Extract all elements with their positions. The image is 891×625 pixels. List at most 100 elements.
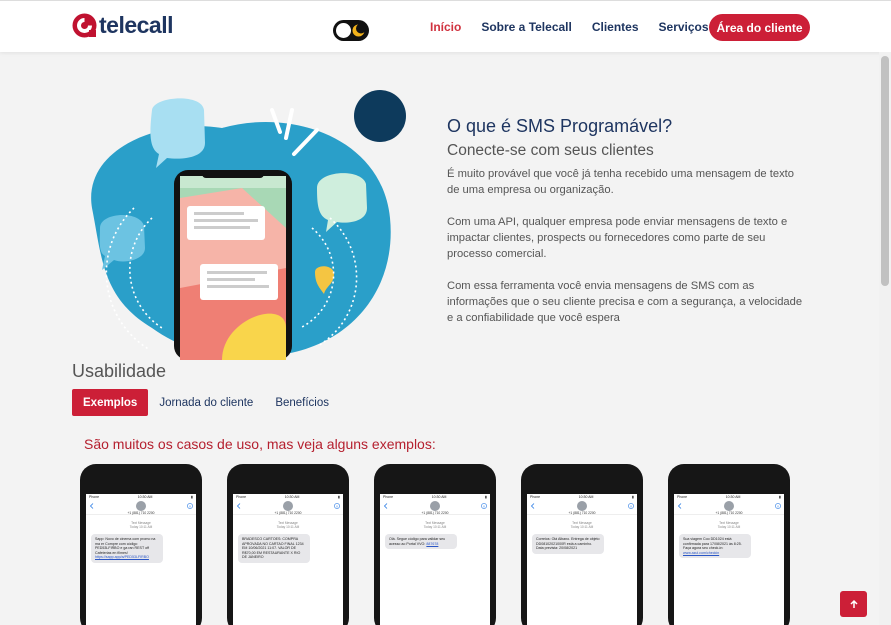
avatar: [430, 501, 440, 511]
hero-paragraph-2: Com uma API, qualquer empresa pode envia…: [447, 216, 788, 260]
back-chevron-icon: [89, 503, 94, 509]
sms-text: Correios: Olá Albano. Entrega de objeto …: [536, 537, 600, 551]
phone-number: +1 (881) 710 2200: [274, 511, 302, 515]
nav-item-servicos-label: Serviços: [658, 20, 709, 34]
sms-link[interactable]: www.azul.com/checkin: [683, 551, 719, 555]
phone-example-4: Phone 10:30 AM ▮ +1 (881) 710 2200 Text Me…: [521, 464, 643, 625]
usability-title: Usabilidade: [72, 361, 167, 381]
logo-mark-icon: [72, 13, 97, 38]
sms-link[interactable]: https://sapp.app/a/PED53LFIRBO: [95, 555, 149, 559]
battery-icon: ▮: [485, 495, 487, 499]
nav-item-inicio[interactable]: Início: [430, 20, 461, 34]
arrow-up-icon: [849, 599, 858, 608]
sms-phone-illustration: [91, 90, 406, 360]
hero-paragraph-1: É muito provável que você já tenha receb…: [447, 168, 795, 196]
phone-example-3: Phone 10:30 AM ▮ +1 (881) 710 2200 Text Me…: [374, 464, 496, 625]
phone-example-2: Phone 10:30 AM ▮ +1 (881) 710 2200 Text Me…: [227, 464, 349, 625]
tab-exemplos[interactable]: Exemplos: [72, 389, 149, 416]
avatar: [283, 501, 293, 511]
message-timestamp: Text Message Today 10:11 AM: [129, 521, 153, 529]
sms-code-link[interactable]: 887678: [426, 542, 438, 546]
phone-chat-header: +1 (881) 710 2200: [674, 501, 784, 515]
phone-number: +1 (881) 710 2200: [715, 511, 743, 515]
phone-number: +1 (881) 710 2200: [421, 511, 449, 515]
hero-title: O que é SMS Programável?: [447, 116, 673, 136]
nav-item-sobre[interactable]: Sobre a Telecall: [481, 20, 572, 34]
sms-bubble: Sapp: Novo de cinema com promo na ma er …: [91, 534, 163, 563]
toggle-knob: [336, 23, 351, 38]
phone-time: 10:30 AM: [431, 495, 447, 499]
sms-text: BRADESCO CARTOES: COMPRA APROVADA NO CAR…: [242, 537, 304, 560]
info-icon: [334, 503, 340, 509]
phone-chat-header: +1 (881) 710 2200: [233, 501, 343, 515]
hero-subtitle: Conecte-se com seus clientes: [447, 142, 654, 159]
battery-icon: ▮: [338, 495, 340, 499]
back-chevron-icon: [236, 503, 241, 509]
page-scrollbar[interactable]: [879, 52, 891, 625]
phone-number: +1 (881) 710 2200: [127, 511, 155, 515]
phone-time: 10:30 AM: [137, 495, 153, 499]
phone-chat-header: +1 (881) 710 2200: [86, 501, 196, 515]
battery-icon: ▮: [191, 495, 193, 499]
info-icon: [187, 503, 193, 509]
message-timestamp: Text Message Today 10:11 AM: [423, 521, 447, 529]
phone-example-5: Phone 10:30 AM ▮ +1 (881) 710 2200 Text Me…: [668, 464, 790, 625]
avatar: [136, 501, 146, 511]
phone-screen: Phone 10:30 AM ▮ +1 (881) 710 2200 Text Me…: [86, 494, 196, 625]
nav-item-clientes[interactable]: Clientes: [592, 20, 639, 34]
avatar: [724, 501, 734, 511]
sms-bubble: Correios: Olá Albano. Entrega de objeto …: [532, 534, 604, 554]
battery-icon: ▮: [779, 495, 781, 499]
phone-chat-header: +1 (881) 710 2200: [527, 501, 637, 515]
phone-time: 10:30 AM: [578, 495, 594, 499]
area-do-cliente-button[interactable]: Área do cliente: [709, 14, 810, 41]
phone-status-bar: Phone 10:30 AM ▮: [86, 494, 196, 501]
sms-bubble: BRADESCO CARTOES: COMPRA APROVADA NO CAR…: [238, 534, 310, 563]
back-to-top-button[interactable]: [840, 591, 867, 617]
phone-example-1: Phone 10:30 AM ▮ +1 (881) 710 2200 Text Me…: [80, 464, 202, 625]
phone-carrier: Phone: [383, 495, 394, 499]
info-icon: [481, 503, 487, 509]
message-timestamp: Text Message Today 10:11 AM: [570, 521, 594, 529]
phone-time: 10:30 AM: [284, 495, 300, 499]
phone-status-bar: Phone 10:30 AM ▮: [233, 494, 343, 501]
phone-carrier: Phone: [677, 495, 688, 499]
phone-carrier: Phone: [236, 495, 247, 499]
scrollbar-thumb[interactable]: [881, 56, 889, 286]
usability-tabs: Exemplos Jornada do cliente Benefícios: [72, 389, 340, 416]
tab-beneficios[interactable]: Benefícios: [264, 389, 340, 416]
phone-screen: Phone 10:30 AM ▮ +1 (881) 710 2200 Text Me…: [380, 494, 490, 625]
back-chevron-icon: [383, 503, 388, 509]
logo-text: telecall: [99, 12, 174, 38]
tab-jornada-do-cliente[interactable]: Jornada do cliente: [148, 389, 264, 416]
phone-time: 10:30 AM: [725, 495, 741, 499]
phone-screen: Phone 10:30 AM ▮ +1 (881) 710 2200 Text Me…: [527, 494, 637, 625]
phone-status-bar: Phone 10:30 AM ▮: [527, 494, 637, 501]
phone-screen: Phone 10:30 AM ▮ +1 (881) 710 2200 Text Me…: [674, 494, 784, 625]
avatar: [577, 501, 587, 511]
message-timestamp: Text Message Today 10:11 AM: [276, 521, 300, 529]
phone-carrier: Phone: [530, 495, 541, 499]
phone-screen: Phone 10:30 AM ▮ +1 (881) 710 2200 Text Me…: [233, 494, 343, 625]
sms-bubble: Olá. Segue código para validar seu acess…: [385, 534, 457, 550]
header: telecall Início Sobre a Telecall Cliente…: [0, 0, 891, 52]
phone-number: +1 (881) 710 2200: [568, 511, 596, 515]
examples-title: São muitos os casos de uso, mas veja alg…: [84, 436, 436, 452]
hero-paragraph-3: Com essa ferramenta você envia mensagens…: [447, 280, 803, 324]
back-chevron-icon: [530, 503, 535, 509]
sms-text: Sua viagem Coo DD1024 está confirmada pa…: [683, 537, 742, 551]
sms-text: Sapp: Novo de cinema com promo na ma er …: [95, 537, 156, 555]
toggle-moon-icon: [352, 23, 366, 37]
back-chevron-icon: [677, 503, 682, 509]
battery-icon: ▮: [632, 495, 634, 499]
phone-status-bar: Phone 10:30 AM ▮: [674, 494, 784, 501]
main-nav: Início Sobre a Telecall Clientes Serviço…: [430, 1, 741, 53]
info-icon: [775, 503, 781, 509]
telecall-logo[interactable]: telecall: [72, 12, 174, 38]
dark-mode-toggle[interactable]: [333, 20, 369, 41]
message-timestamp: Text Message Today 10:11 AM: [717, 521, 741, 529]
sms-bubble: Sua viagem Coo DD1024 está confirmada pa…: [679, 534, 751, 559]
info-icon: [628, 503, 634, 509]
phone-status-bar: Phone 10:30 AM ▮: [380, 494, 490, 501]
phone-chat-header: +1 (881) 710 2200: [380, 501, 490, 515]
